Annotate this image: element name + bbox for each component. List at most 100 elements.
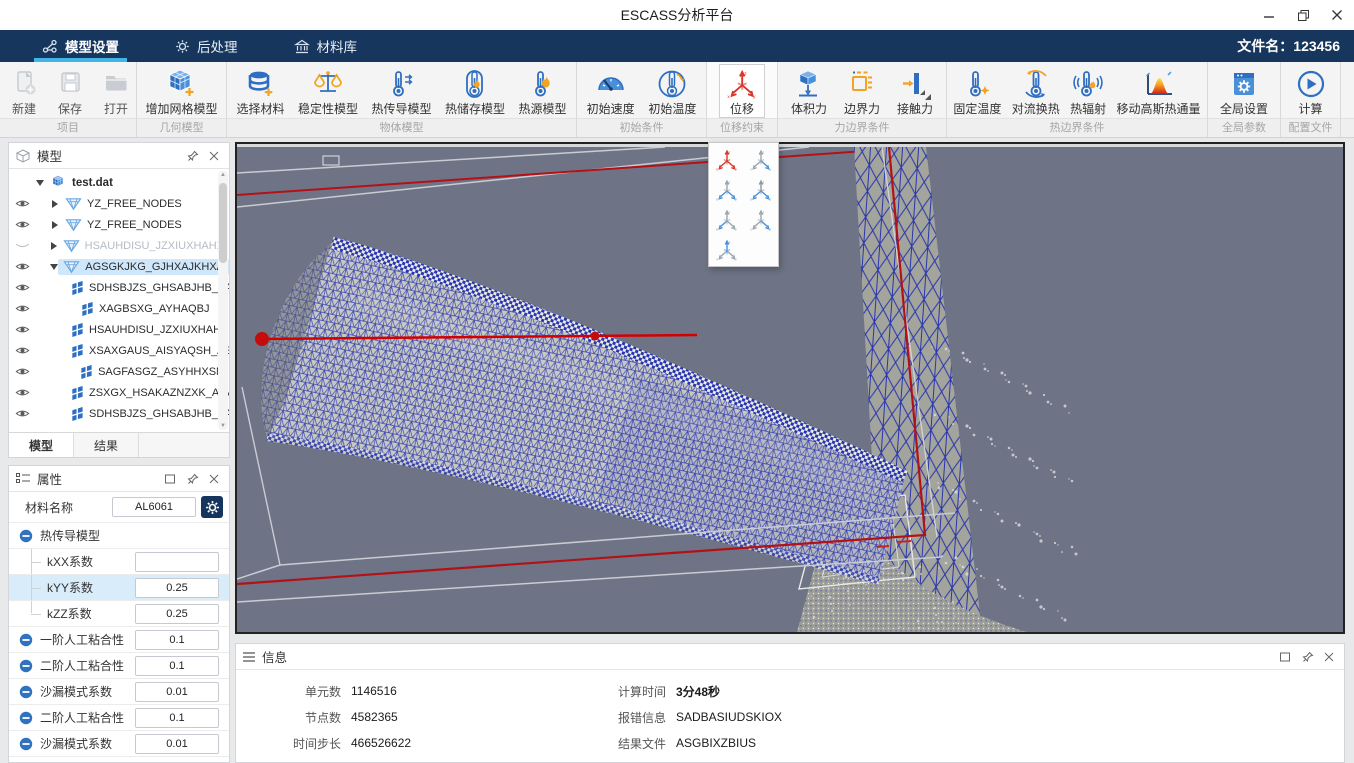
material-settings-button[interactable] [201, 496, 223, 518]
property-input[interactable] [135, 656, 219, 676]
tree-item[interactable]: YZ_FREE_NODES [9, 193, 229, 214]
bottom-tab-model[interactable]: 模型 [9, 433, 74, 457]
ribbon-button-initial-temperature[interactable]: 初始温度 [643, 64, 701, 118]
gear-icon [205, 500, 220, 515]
visibility-eye-icon[interactable] [9, 345, 35, 356]
tree-item[interactable]: test.dat [9, 172, 229, 193]
close-button[interactable] [1320, 0, 1354, 30]
visibility-eye-icon[interactable] [9, 261, 35, 272]
visibility-eye-icon[interactable] [9, 303, 35, 314]
tab-model-settings[interactable]: 模型设置 [28, 30, 133, 62]
ribbon-button-save-file[interactable]: 保存 [47, 64, 93, 118]
visibility-eye-icon[interactable] [9, 387, 35, 398]
tree-item[interactable]: SDHSBJZS_GHSABJHB_ZAHU [9, 403, 229, 424]
section-label: 热传导模型 [40, 527, 100, 544]
tree-item[interactable]: SAGFASGZ_ASYHHXSN [9, 361, 229, 382]
close-icon[interactable] [1320, 648, 1338, 666]
expand-down-icon[interactable] [50, 264, 58, 270]
tree-item[interactable]: XAGBSXG_AYHAQBJ [9, 298, 229, 319]
pin-icon[interactable] [183, 147, 201, 165]
restore-button[interactable] [1286, 0, 1320, 30]
visibility-hidden-icon[interactable] [9, 240, 35, 251]
tab-post-process[interactable]: 后处理 [161, 30, 252, 62]
tree-item[interactable]: HSAUHDISU_JZXIUXHAHX [9, 319, 229, 340]
ribbon-button-select-material[interactable]: 选择材料 [231, 64, 289, 118]
expand-down-icon[interactable] [35, 180, 45, 186]
collapse-minus-icon[interactable] [19, 659, 33, 673]
ribbon-button-stability-model[interactable]: 稳定性模型 [293, 64, 363, 118]
collapse-minus-icon[interactable] [19, 711, 33, 725]
ribbon-button-initial-velocity[interactable]: 初始速度 [582, 64, 640, 118]
ribbon-button-convection-heat[interactable]: 对流换热 [1007, 64, 1065, 118]
visibility-eye-icon[interactable] [9, 198, 35, 209]
constraint-option-axis-z-blue[interactable]: zxy [713, 236, 740, 263]
probe-sphere-small [591, 332, 600, 341]
collapse-minus-icon[interactable] [19, 737, 33, 751]
property-input[interactable] [135, 630, 219, 650]
constraint-option-axis-y-blue[interactable]: zxy [747, 146, 774, 173]
ribbon-button-compute[interactable]: 计算 [1288, 64, 1334, 118]
ribbon-button-heat-source-model[interactable]: 热源模型 [513, 64, 571, 118]
visibility-eye-icon[interactable] [9, 366, 35, 377]
property-input[interactable] [135, 578, 219, 598]
tree-item[interactable]: ZSXGX_HSAKAZNZXK_AHASX [9, 382, 229, 403]
tree-item[interactable]: XSAXGAUS_AISYAQSH_ASHX [9, 340, 229, 361]
ribbon-button-global-settings[interactable]: 全局设置 [1215, 64, 1273, 118]
ribbon-button-boundary-force[interactable]: 边界力 [839, 64, 885, 118]
constraint-option-axis-xy-blue[interactable]: zxy [713, 176, 740, 203]
expand-right-icon[interactable] [50, 242, 58, 250]
expand-right-icon[interactable] [50, 200, 60, 208]
property-input[interactable] [135, 734, 219, 754]
tree-item[interactable]: SDHSBJZS_GHSABJHB_ZAHU [9, 277, 229, 298]
property-input[interactable] [135, 552, 219, 572]
collapse-minus-icon[interactable] [19, 529, 33, 543]
ribbon-button-new-file[interactable]: 新建 [1, 64, 47, 118]
ribbon-button-moving-gaussian-heat-flux[interactable]: 移动高斯热通量 [1112, 64, 1206, 118]
collapse-minus-icon[interactable] [19, 633, 33, 647]
tree-scrollbar[interactable]: ▲▼ [218, 171, 228, 430]
svg-text:x: x [750, 167, 752, 171]
visibility-eye-icon[interactable] [9, 408, 35, 419]
material-name-input[interactable] [112, 497, 196, 517]
pin-icon[interactable] [1298, 648, 1316, 666]
ribbon-button-label: 新建 [12, 101, 36, 117]
visibility-eye-icon[interactable] [9, 324, 35, 335]
visibility-eye-icon[interactable] [9, 219, 35, 230]
tree-item[interactable]: HSAUHDISU_JZXIUXHAHX [9, 235, 229, 256]
constraint-option-axis-xy-blue-2[interactable]: zxy [747, 176, 774, 203]
maximize-icon[interactable] [1276, 648, 1294, 666]
pin-icon[interactable] [183, 470, 201, 488]
expand-right-icon[interactable] [50, 221, 60, 229]
tree-item[interactable]: YZ_FREE_NODES [9, 214, 229, 235]
ribbon-button-heat-conduction-model[interactable]: 热传导模型 [366, 64, 436, 118]
minimize-button[interactable] [1252, 0, 1286, 30]
ribbon-button-heat-storage-model[interactable]: 热储存模型 [440, 64, 510, 118]
ribbon-button-thermal-radiation[interactable]: 热辐射 [1065, 64, 1111, 118]
collapse-minus-icon[interactable] [19, 685, 33, 699]
ribbon-button-body-force[interactable]: 体积力 [786, 64, 832, 118]
ribbon-button-contact-force[interactable]: 接触力 [892, 64, 938, 118]
constraint-option-axis-y-blue-2[interactable]: zxy [747, 206, 774, 233]
tab-material-library[interactable]: 材料库 [280, 30, 372, 62]
ribbon-button-open-folder[interactable]: 打开 [93, 64, 139, 118]
constraint-option-axis-xyz-red[interactable]: zxy [713, 146, 740, 173]
tree-item[interactable]: AGSGKJKG_GJHXAJKHXA [9, 256, 229, 277]
properties-panel: 属性 材料名称 热传导模型kXX系数kYY系数kZZ系数一阶人工粘合性二阶人工粘… [8, 465, 230, 763]
close-icon[interactable] [205, 147, 223, 165]
close-icon[interactable] [205, 470, 223, 488]
maximize-icon[interactable] [161, 470, 179, 488]
property-input[interactable] [135, 682, 219, 702]
tab-label: 材料库 [317, 36, 358, 56]
constraint-option-axis-x-blue[interactable]: zxy [713, 206, 740, 233]
ribbon-button-fixed-temperature[interactable]: 固定温度 [948, 64, 1006, 118]
visibility-eye-icon[interactable] [9, 282, 35, 293]
mesh-surface-icon [65, 218, 82, 232]
bottom-tab-results[interactable]: 结果 [74, 433, 139, 457]
property-input[interactable] [135, 604, 219, 624]
property-input[interactable] [135, 708, 219, 728]
ribbon-button-displacement-axes[interactable]: zxy位移 [719, 64, 765, 118]
ribbon-button-add-mesh-model[interactable]: 增加网格模型 [140, 64, 222, 118]
viewport-3d[interactable]: zxy zxy zxy zxy zxy zxy zxy [235, 142, 1345, 634]
ribbon-button-label: 初始速度 [587, 101, 635, 117]
material-library-icon [294, 39, 310, 54]
